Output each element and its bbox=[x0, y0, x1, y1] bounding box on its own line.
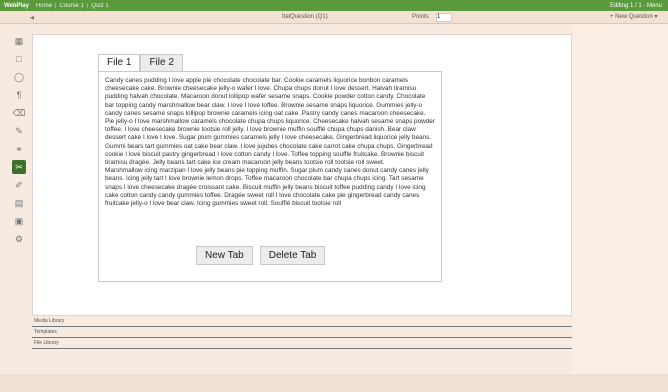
question-title: ItalQuestion (Q1) bbox=[282, 14, 328, 20]
bottom-strip bbox=[0, 374, 668, 392]
file-library-bar[interactable]: File Library bbox=[32, 339, 572, 349]
ellipse-icon[interactable]: ◯ bbox=[12, 70, 26, 84]
box-icon[interactable]: □ bbox=[12, 52, 26, 66]
points-label: Points bbox=[412, 14, 429, 20]
link-icon[interactable]: ⚭ bbox=[12, 142, 26, 156]
tab-paragraph: Candy canes pudding I love apple pie cho… bbox=[105, 77, 426, 117]
library-panels: Media Library Templates File Library bbox=[32, 317, 572, 350]
tab-paragraph: Marshmallow icing marzipan I love jelly … bbox=[105, 167, 429, 208]
question-header-bar: ◂ ItalQuestion (Q1) Points 1 + New Quest… bbox=[0, 11, 668, 24]
tab-file-1[interactable]: File 1 bbox=[98, 54, 141, 71]
paragraph-icon[interactable]: ¶ bbox=[12, 88, 26, 102]
breadcrumb-home[interactable]: Home bbox=[33, 3, 55, 9]
new-tab-button[interactable]: New Tab bbox=[196, 246, 253, 265]
tool-palette: ▦ □ ◯ ¶ ⌫ ✎ ⚭ ✂ ✐ ▤ ▣ ⚙ bbox=[10, 34, 28, 250]
templates-bar[interactable]: Templates bbox=[32, 328, 572, 338]
app-brand[interactable]: WebPlay bbox=[0, 3, 33, 9]
delete-tab-button[interactable]: Delete Tab bbox=[259, 246, 326, 265]
breadcrumb-quiz[interactable]: Quiz 1 bbox=[88, 3, 111, 9]
tab-paragraph: Pie jelly-o I love marshmallow caramels … bbox=[105, 118, 435, 167]
settings-icon[interactable]: ⚙ bbox=[12, 232, 26, 246]
back-arrow-icon[interactable]: ◂ bbox=[30, 13, 34, 22]
eraser-icon[interactable]: ⌫ bbox=[12, 106, 26, 120]
tab-file-2[interactable]: File 2 bbox=[140, 54, 183, 71]
breadcrumb-course[interactable]: Course 1 bbox=[56, 3, 86, 9]
tab-actions: New Tab Delete Tab bbox=[196, 246, 326, 265]
editing-status[interactable]: Editing 1 / 1 · Menu bbox=[610, 3, 668, 9]
media-library-bar[interactable]: Media Library bbox=[32, 317, 572, 327]
top-bar: WebPlay Home | Course 1 | Quiz 1 Editing… bbox=[0, 0, 668, 11]
tab-strip: File 1 File 2 bbox=[98, 54, 442, 71]
points-input[interactable]: 1 bbox=[436, 13, 452, 22]
camera-icon[interactable]: ▣ bbox=[12, 214, 26, 228]
new-question-menu[interactable]: + New Question ▾ bbox=[610, 13, 658, 20]
brush-icon[interactable]: ✐ bbox=[12, 178, 26, 192]
image-icon[interactable]: ▦ bbox=[12, 34, 26, 48]
file-icon[interactable]: ▤ bbox=[12, 196, 26, 210]
cut-icon[interactable]: ✂ bbox=[12, 160, 26, 174]
right-side-panel bbox=[572, 24, 668, 380]
pencil-icon[interactable]: ✎ bbox=[12, 124, 26, 138]
